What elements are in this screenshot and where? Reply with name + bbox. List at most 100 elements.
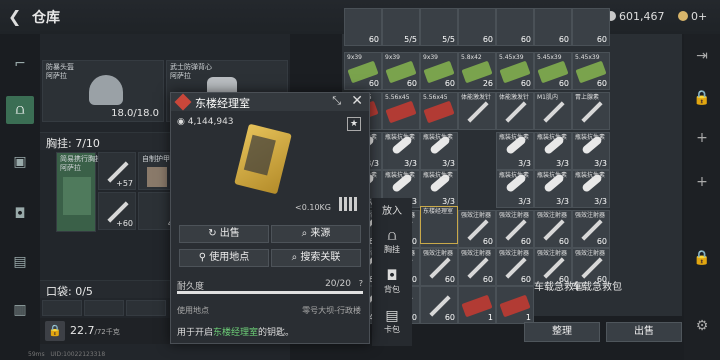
storage-cell[interactable]: 强效注射器 60 (420, 248, 458, 286)
cell-label: 强效注射器 (423, 250, 454, 257)
settings-icon[interactable]: ⚙ (692, 318, 712, 334)
cell-count: 60 (596, 35, 607, 44)
storage-cell[interactable]: 5.45x39 60 (572, 52, 610, 90)
helmet-slot[interactable]: 防暴头盔 阿萨拉 18.0/18.0 (42, 60, 164, 122)
chest-rig-tab[interactable]: ⩍ (6, 96, 34, 124)
add-icon[interactable]: + (692, 130, 712, 146)
cell-count: 60 (482, 237, 493, 246)
favorite-star-icon[interactable]: ★ (347, 117, 361, 131)
sell-all-button[interactable]: 出售 (606, 322, 682, 342)
collapse-icon[interactable]: ⤡ (332, 94, 341, 108)
chest-slot-2[interactable]: +60 (98, 192, 136, 230)
add-icon-2[interactable]: + (692, 174, 712, 190)
storage-cell[interactable]: 60 (534, 8, 572, 46)
cell-count: 26 (482, 79, 493, 88)
help-icon[interactable]: ? (359, 279, 363, 288)
close-icon[interactable]: ✕ (351, 93, 363, 109)
helmet-label: 防暴头盔 阿萨拉 (46, 63, 74, 80)
cell-label: 瓶装抗生素 (385, 172, 416, 179)
chest-rig-image (63, 177, 91, 215)
cell-count: 60 (368, 35, 379, 44)
storage-cell[interactable]: 60 (458, 8, 496, 46)
cell-count: 1 (525, 313, 531, 322)
storage-cell[interactable]: 60 (420, 286, 458, 324)
storage-cell[interactable]: 5.45x39 60 (496, 52, 534, 90)
cell-label: 强效注射器 (461, 212, 492, 219)
pouch-icon[interactable]: ▤ (6, 248, 34, 276)
chest-slot-1[interactable]: +57 (98, 152, 136, 190)
backpack-icon[interactable]: ◘ (6, 200, 34, 228)
storage-cell[interactable]: 60 (344, 8, 382, 46)
case-icon[interactable]: ▥ (6, 296, 34, 324)
chest-rig-target[interactable]: ⩍ 胸挂 (374, 228, 410, 255)
storage-cell[interactable]: 瓶装抗生素 3/3 (420, 170, 458, 208)
storage-cell[interactable]: 瓶装抗生素 3/3 (420, 132, 458, 170)
storage-cell[interactable]: 1 (458, 286, 496, 324)
storage-cell[interactable]: 1 (496, 286, 534, 324)
quick-move-panel: 放入 ⩍ 胸挂 ◘ 背包 ▤ 卡包 (372, 198, 412, 346)
left-rail: ⌐ ⩍ ▣ ◘ ▤ ▥ (0, 34, 40, 360)
storage-cell[interactable]: 5/5 (420, 8, 458, 46)
search-related-button[interactable]: ⌕ 搜索关联 (271, 249, 361, 267)
pocket-slot-1[interactable] (42, 300, 82, 316)
storage-cell[interactable]: 瓶装抗生素 3/3 (382, 132, 420, 170)
cell-count: 60 (444, 313, 455, 322)
sell-button[interactable]: ↻ 出售 (179, 225, 269, 243)
card-pack-target[interactable]: ▤ 卡包 (374, 308, 410, 335)
popup-header: 东楼经理室 ⤡ ✕ (171, 93, 369, 111)
storage-cell[interactable]: 5.56x45 (420, 92, 458, 130)
storage-cell[interactable]: 瓶装抗生素 3/3 (496, 132, 534, 170)
pistol-icon[interactable]: ⌐ (6, 50, 34, 78)
storage-cell[interactable]: 9x39 60 (344, 52, 382, 90)
storage-cell[interactable]: 5.56x45 (382, 92, 420, 130)
sort-button[interactable]: 整理 (524, 322, 600, 342)
back-icon[interactable]: ❮ (8, 7, 21, 26)
use-location-button[interactable]: ⚲ 使用地点 (179, 249, 269, 267)
storage-cell[interactable]: 瓶装抗生素 3/3 (534, 132, 572, 170)
storage-cell[interactable]: M1肌内 (534, 92, 572, 130)
storage-cell[interactable]: 强效注射器 60 (534, 210, 572, 248)
cell-label: 5.45x39 (499, 54, 524, 61)
storage-cell[interactable]: 强效注射器 60 (458, 210, 496, 248)
storage-cell[interactable]: 9x39 60 (420, 52, 458, 90)
storage-cell[interactable]: 瓶装抗生素 3/3 (496, 170, 534, 208)
cell-label: 5.45x39 (537, 54, 562, 61)
armor-icon[interactable]: ▣ (6, 148, 34, 176)
chest-rig-icon: ⩍ (387, 228, 397, 244)
source-button[interactable]: ⌕ 来源 (271, 225, 361, 243)
cell-count: 60 (444, 275, 455, 284)
cell-count: 3/3 (594, 159, 607, 168)
helmet-durability: 18.0/18.0 (111, 108, 159, 119)
storage-cell[interactable]: 5/5 (382, 8, 420, 46)
backpack-target[interactable]: ◘ 背包 (374, 268, 410, 295)
gold-currency[interactable]: 0+ (678, 10, 707, 23)
storage-cell[interactable]: 瓶装抗生素 3/3 (572, 132, 610, 170)
storage-cell[interactable]: 强效注射器 60 (496, 248, 534, 286)
storage-cell[interactable]: 5.8x42 26 (458, 52, 496, 90)
storage-cell[interactable]: 60 (496, 8, 534, 46)
storage-cell[interactable]: 胃上腺素 (572, 92, 610, 130)
exit-icon[interactable]: ⇥ (692, 48, 712, 64)
storage-cell[interactable]: 体能激发针 (496, 92, 534, 130)
storage-cell[interactable]: 瓶装抗生素 3/3 (572, 170, 610, 208)
lock-icon[interactable]: 🔒 (45, 321, 65, 341)
storage-cell[interactable]: 瓶装抗生素 3/3 (534, 170, 572, 208)
storage-cell[interactable]: 60 (572, 8, 610, 46)
durability-bar (177, 291, 363, 294)
lock-icon[interactable]: 🔒 (692, 90, 712, 106)
weight-readout: 22.7/72千克 (70, 324, 120, 337)
cell-label: 瓶装抗生素 (423, 172, 454, 179)
selected-keycard-cell[interactable]: 东楼经理室 (420, 206, 458, 244)
storage-cell[interactable]: 体能激发针 (458, 92, 496, 130)
lock-icon-2[interactable]: 🔒 (692, 250, 712, 266)
storage-cell[interactable]: 9x39 60 (382, 52, 420, 90)
pocket-slot-3[interactable] (126, 300, 166, 316)
cell-label: 强效注射器 (461, 250, 492, 257)
chest-rig-slot[interactable]: 简易携行胸挂 阿萨拉 (56, 152, 102, 232)
storage-cell[interactable]: 强效注射器 60 (458, 248, 496, 286)
storage-cell[interactable]: 强效注射器 60 (496, 210, 534, 248)
storage-cell[interactable]: 强效注射器 60 (572, 210, 610, 248)
storage-cell[interactable]: 5.45x39 60 (534, 52, 572, 90)
pocket-slot-2[interactable] (84, 300, 124, 316)
use-location-value: 零号大坝-行政楼 (302, 306, 361, 315)
